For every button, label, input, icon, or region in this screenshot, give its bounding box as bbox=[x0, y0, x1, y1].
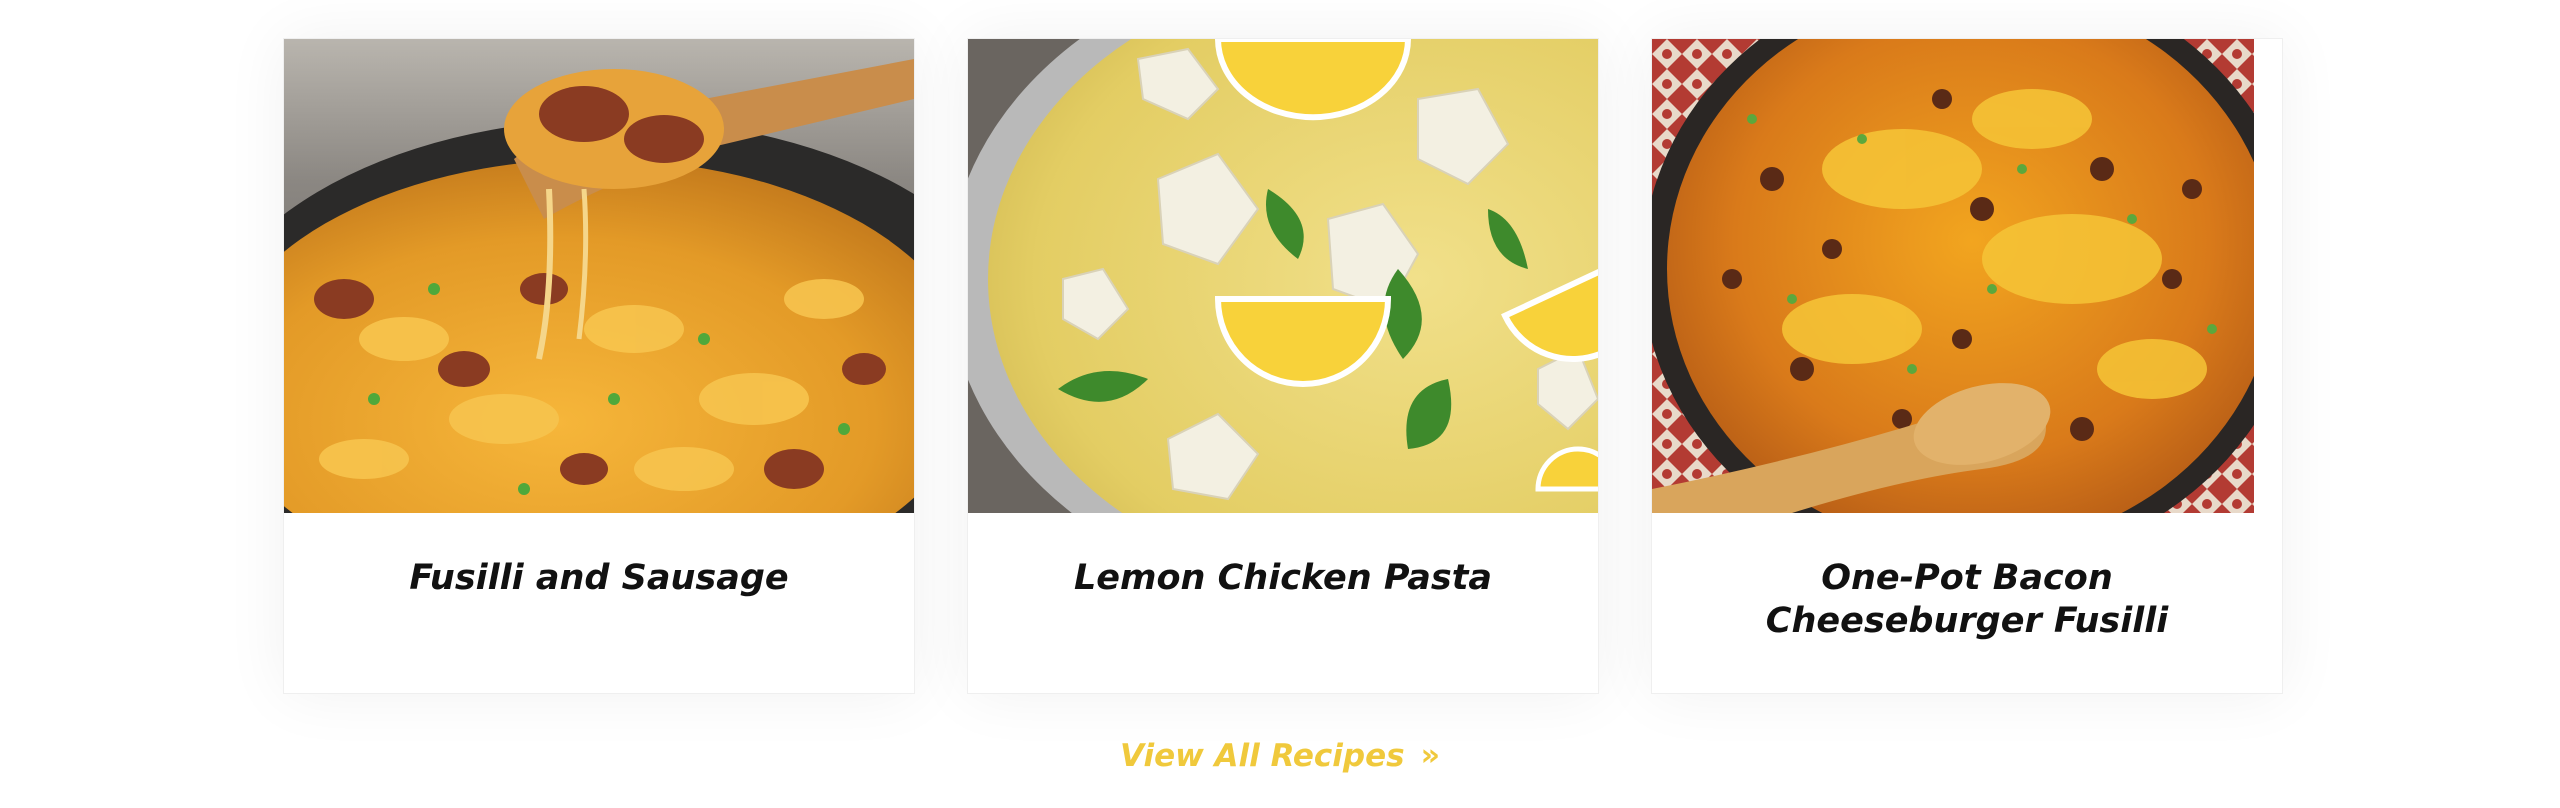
recipes-section: Fusilli and Sausage Lemon Chicken Pasta … bbox=[0, 0, 2560, 808]
recipe-card-one-pot-bacon-cheeseburger-fusilli[interactable]: One-Pot Bacon Cheeseburger Fusilli bbox=[1651, 38, 2283, 694]
recipe-image-one-pot-bacon-cheeseburger-fusilli[interactable] bbox=[1652, 39, 2254, 513]
recipe-image-lemon-chicken-pasta[interactable] bbox=[968, 39, 1598, 513]
recipe-card-lemon-chicken-pasta[interactable]: Lemon Chicken Pasta bbox=[967, 38, 1599, 694]
recipe-title[interactable]: One-Pot Bacon Cheeseburger Fusilli bbox=[1692, 557, 2242, 643]
recipe-title[interactable]: Lemon Chicken Pasta bbox=[1008, 557, 1558, 600]
double-chevron-right-icon: » bbox=[1420, 738, 1440, 773]
view-all-label: View All Recipes bbox=[1120, 738, 1405, 774]
recipe-card-fusilli-and-sausage[interactable]: Fusilli and Sausage bbox=[283, 38, 915, 694]
view-all-recipes-link[interactable]: View All Recipes » bbox=[0, 736, 2560, 776]
recipe-image-fusilli-and-sausage[interactable] bbox=[284, 39, 914, 513]
recipe-title[interactable]: Fusilli and Sausage bbox=[324, 557, 874, 600]
